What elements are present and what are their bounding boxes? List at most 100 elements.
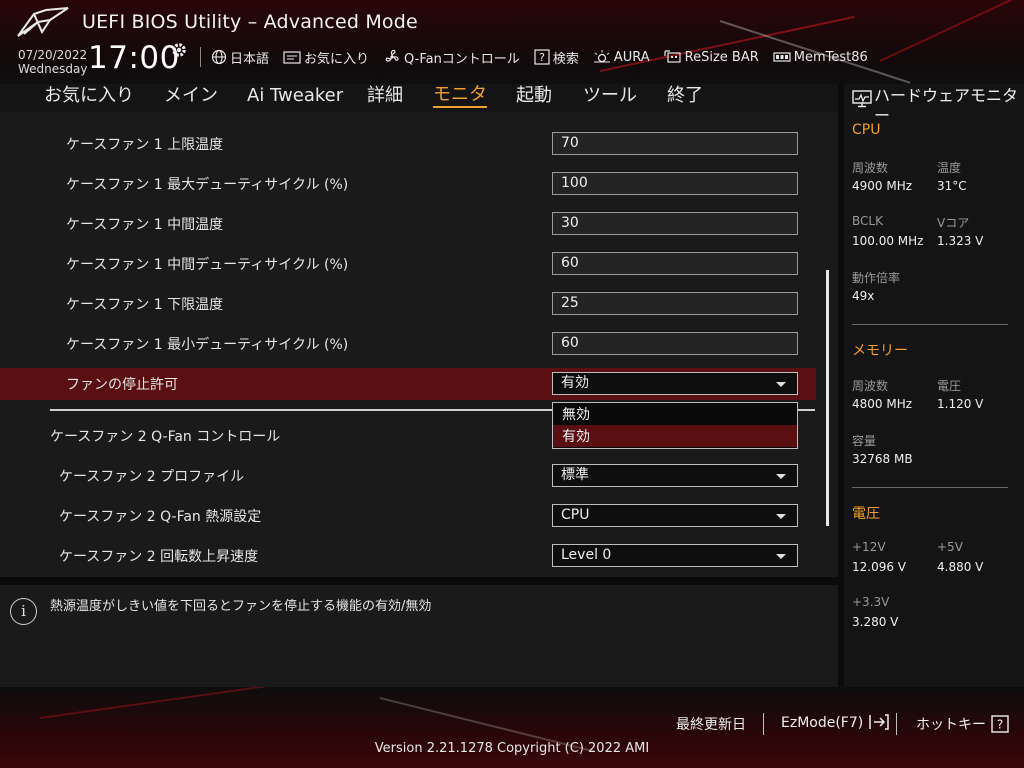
aura-label: AURA	[613, 49, 650, 65]
vcore-value: 1.323 V	[937, 234, 984, 248]
qfan-label: Q-Fanコントロール	[404, 51, 520, 67]
fan1-lower-temp-input[interactable]: 25	[552, 292, 798, 315]
resize-bar-label: ReSize BAR	[684, 49, 759, 65]
date-text: 07/20/2022	[18, 48, 88, 62]
clock: 17:00	[88, 40, 180, 76]
fan2-source-select[interactable]: CPU	[552, 504, 798, 527]
chevron-down-icon	[776, 382, 786, 387]
memtest-button[interactable]: MemTest86	[773, 50, 868, 65]
tab-ai-tweaker[interactable]: Ai Tweaker	[247, 84, 343, 108]
ratio-value: 49x	[852, 289, 875, 303]
v33-label: +3.3V	[852, 595, 890, 609]
last-modified-button[interactable]: 最終更新日	[676, 714, 746, 734]
globe-icon	[211, 49, 227, 65]
voltage-section-title: 電圧	[852, 506, 880, 522]
setting-label: ケースファン 1 最小デューティサイクル (%)	[66, 337, 349, 353]
resize-bar-button[interactable]: ReSize BAR	[664, 49, 759, 65]
dropdown-option-disabled[interactable]: 無効	[553, 403, 797, 425]
setting-label: ケースファン 1 上限温度	[66, 137, 224, 153]
language-label: 日本語	[230, 51, 270, 67]
fan1-middle-temp-input[interactable]: 30	[552, 212, 798, 235]
vcore-label: Vコア	[937, 216, 970, 230]
cpu-temp-label: 温度	[937, 161, 962, 175]
footer-divider	[896, 713, 897, 735]
fan1-min-duty-input[interactable]: 60	[552, 332, 798, 355]
header-bar: UEFI BIOS Utility – Advanced Mode 07/20/…	[0, 0, 1024, 84]
fan2-profile-select[interactable]: 標準	[552, 464, 798, 487]
fan2-source-value: CPU	[561, 507, 590, 523]
favorites-button[interactable]: お気に入り	[283, 48, 369, 67]
aura-button[interactable]: AURA	[593, 49, 650, 65]
ezmode-button[interactable]: EzMode(F7)	[781, 714, 890, 731]
version-text: Version 2.21.1278 Copyright (C) 2022 AMI	[374, 741, 650, 756]
memory-chip-icon	[773, 52, 791, 62]
footer-decor-streak	[39, 687, 338, 719]
tab-advanced[interactable]: 詳細	[367, 84, 403, 108]
fan2-step-up-select[interactable]: Level 0	[552, 544, 798, 567]
qfan-button[interactable]: Q-Fanコントロール	[383, 48, 520, 67]
setting-label: ケースファン 2 回転数上昇速度	[59, 549, 259, 565]
mem-volt-label: 電圧	[937, 379, 962, 393]
monitor-icon	[852, 90, 872, 108]
fan-stop-dropdown-list: 無効 有効	[552, 402, 798, 449]
mem-cap-value: 32768 MB	[852, 452, 913, 466]
rog-logo-icon	[17, 7, 69, 37]
footer-bar: 最終更新日 EzMode(F7) ホットキー ? Version 2.21.12…	[0, 687, 1024, 768]
chevron-down-icon	[776, 554, 786, 559]
v5-label: +5V	[937, 540, 963, 554]
header-decor-streak	[879, 0, 1024, 62]
setting-label: ファンの停止許可	[66, 377, 178, 393]
mem-freq-value: 4800 MHz	[852, 397, 913, 411]
fan1-middle-duty-input[interactable]: 60	[552, 252, 798, 275]
tab-favorites[interactable]: お気に入り	[44, 84, 134, 108]
gear-icon[interactable]	[170, 41, 188, 59]
setting-label: ケースファン 1 中間デューティサイクル (%)	[66, 257, 349, 273]
tab-tool[interactable]: ツール	[583, 84, 637, 108]
tab-monitor[interactable]: モニタ	[433, 84, 487, 108]
ratio-label: 動作倍率	[852, 271, 901, 285]
setting-label: ケースファン 1 最大デューティサイクル (%)	[66, 177, 349, 193]
toolbar-divider	[200, 47, 201, 67]
fan2-step-up-value: Level 0	[561, 547, 612, 563]
v12-value: 12.096 V	[852, 560, 907, 574]
weekday-text: Wednesday	[18, 62, 88, 76]
cpu-freq-label: 周波数	[852, 161, 889, 175]
setting-label: ケースファン 1 下限温度	[66, 297, 224, 313]
section-heading[interactable]: ケースファン 2 Q-Fan コントロール	[50, 426, 280, 446]
monitor-title: ハードウェアモニター	[852, 86, 1020, 126]
setting-label: ケースファン 2 Q-Fan 熱源設定	[59, 509, 262, 525]
fan1-upper-temp-input[interactable]: 70	[552, 132, 798, 155]
cpu-freq-value: 4900 MHz	[852, 179, 913, 193]
v12-label: +12V	[852, 540, 886, 554]
tab-exit[interactable]: 終了	[667, 84, 703, 108]
v33-value: 3.280 V	[852, 615, 899, 629]
fan2-profile-value: 標準	[561, 467, 589, 483]
scrollbar[interactable]	[826, 270, 829, 526]
tab-main[interactable]: メイン	[164, 84, 218, 108]
fan1-max-duty-input[interactable]: 100	[552, 172, 798, 195]
main-tabs: お気に入り メイン Ai Tweaker 詳細 モニタ 起動 ツール 終了	[0, 84, 838, 112]
search-label: 検索	[552, 51, 579, 67]
chevron-down-icon	[776, 474, 786, 479]
search-button[interactable]: ? 検索	[534, 48, 579, 67]
tab-boot[interactable]: 起動	[516, 84, 552, 108]
memtest-label: MemTest86	[793, 49, 868, 65]
footer-divider	[763, 713, 764, 735]
hotkeys-button[interactable]: ホットキー ?	[916, 714, 1010, 734]
fan-stop-select-value: 有効	[561, 375, 589, 391]
cpu-temp-value: 31°C	[937, 179, 967, 193]
language-button[interactable]: 日本語	[211, 48, 269, 67]
exit-arrow-icon	[868, 714, 889, 730]
date-display: 07/20/2022 Wednesday	[18, 48, 87, 76]
help-text: 熱源温度がしきい値を下回るとファンを停止する機能の有効/無効	[50, 599, 432, 614]
fan-icon	[385, 49, 399, 62]
chevron-down-icon	[776, 514, 786, 519]
setting-label: ケースファン 1 中間温度	[66, 217, 224, 233]
v5-value: 4.880 V	[937, 560, 984, 574]
memory-section-title: メモリー	[852, 343, 908, 359]
dropdown-option-enabled[interactable]: 有効	[553, 425, 797, 447]
hardware-monitor-panel: ハードウェアモニター CPU 周波数 温度 4900 MHz 31°C BCLK…	[844, 84, 1024, 687]
help-icon: ?	[991, 715, 1010, 733]
fan-stop-select[interactable]: 有効	[552, 372, 798, 395]
settings-panel: ケースファン 1 上限温度 70 ケースファン 1 最大デューティサイクル (%…	[0, 112, 838, 577]
